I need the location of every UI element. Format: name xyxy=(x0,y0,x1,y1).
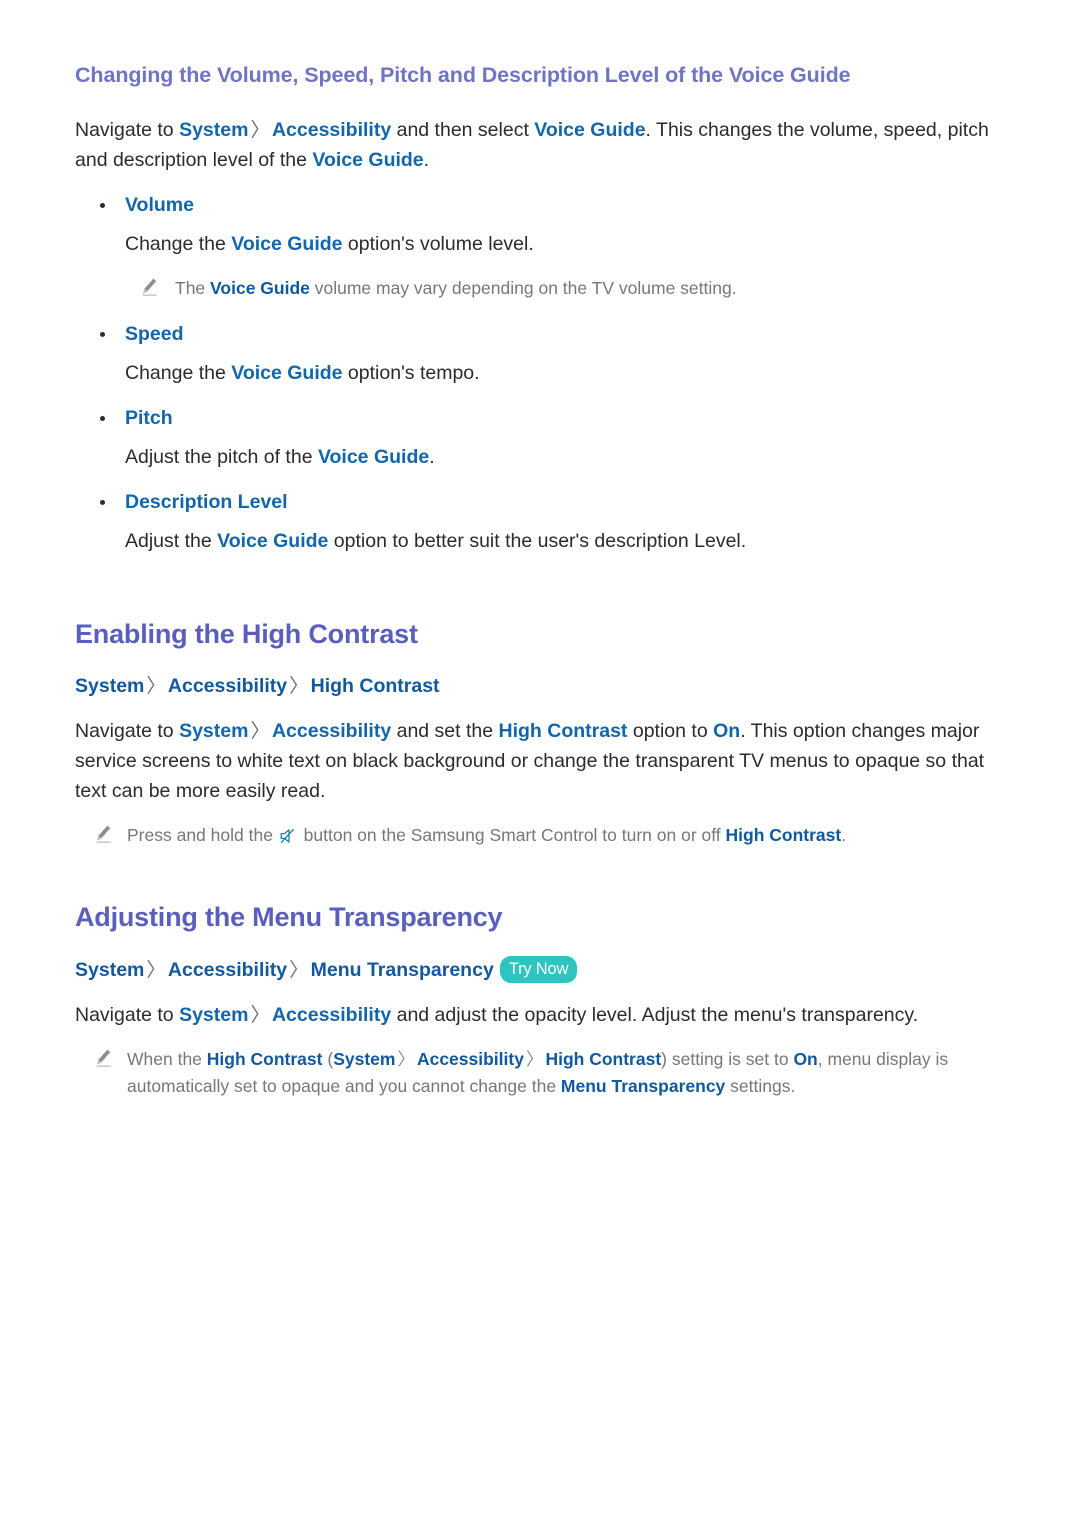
link-voice-guide[interactable]: Voice Guide xyxy=(231,233,342,255)
bullet-label-description-level: Description Level xyxy=(100,488,1008,516)
text-fragment: button on the Samsung Smart Control to t… xyxy=(298,825,726,846)
breadcrumb-item-accessibility[interactable]: Accessibility xyxy=(168,959,287,981)
pencil-icon xyxy=(95,1048,113,1068)
pencil-icon xyxy=(141,277,159,297)
section-heading-high-contrast: Enabling the High Contrast xyxy=(75,618,418,649)
breadcrumb-separator: 〉 xyxy=(250,720,270,743)
breadcrumb-item-high-contrast[interactable]: High Contrast xyxy=(311,675,440,697)
text-fragment: and set the xyxy=(391,720,499,743)
pencil-icon xyxy=(95,824,113,844)
breadcrumb-separator: 〉 xyxy=(289,675,309,698)
link-high-contrast[interactable]: High Contrast xyxy=(726,825,842,845)
section-menu-transparency: Adjusting the Menu Transparency System 〉 A… xyxy=(75,901,1008,1099)
breadcrumb-item-menu-transparency[interactable]: Menu Transparency xyxy=(311,959,494,981)
link-accessibility[interactable]: Accessibility xyxy=(272,1004,391,1026)
text-fragment: option to xyxy=(627,720,714,743)
text-fragment: volume may vary depending on the TV volu… xyxy=(309,277,737,298)
text-fragment: Change the xyxy=(125,232,232,255)
text-fragment: . xyxy=(429,445,435,468)
link-voice-guide[interactable]: Voice Guide xyxy=(231,362,342,384)
text-fragment: Navigate to xyxy=(75,1003,180,1026)
breadcrumb-separator: 〉 xyxy=(146,675,166,698)
text-fragment: When the xyxy=(127,1048,207,1069)
link-system[interactable]: System xyxy=(179,1004,248,1026)
section-heading-voice-guide: Changing the Volume, Speed, Pitch and De… xyxy=(75,63,851,87)
mute-button-icon xyxy=(280,825,297,844)
text-fragment: Navigate to xyxy=(75,720,180,743)
body-paragraph-high-contrast: Navigate to System 〉 Accessibility and set… xyxy=(75,716,1008,806)
note-volume: The Voice Guide volume may vary dependin… xyxy=(123,275,1008,302)
bullet-description-volume: Change the Voice Guide option's volume l… xyxy=(125,229,1008,259)
text-fragment: option to better suit the user's descrip… xyxy=(328,529,747,552)
link-system[interactable]: System xyxy=(179,119,248,141)
text-fragment: Press and hold the xyxy=(127,825,278,846)
text-fragment: Navigate to xyxy=(75,118,180,141)
link-accessibility[interactable]: Accessibility xyxy=(272,119,391,141)
breadcrumb-high-contrast: System 〉 Accessibility 〉 High Contrast xyxy=(75,672,1008,700)
breadcrumb-separator: 〉 xyxy=(250,118,270,141)
list-item: Speed Change the Voice Guide option's te… xyxy=(75,320,1008,388)
link-system[interactable]: System xyxy=(333,1049,395,1069)
bullet-description-description-level: Adjust the Voice Guide option to better … xyxy=(125,526,1008,556)
link-on[interactable]: On xyxy=(713,720,740,742)
list-item: Pitch Adjust the pitch of the Voice Guid… xyxy=(75,404,1008,472)
text-fragment: setting is set to xyxy=(666,1048,794,1069)
text-fragment: The xyxy=(175,277,211,298)
bullet-label-speed: Speed xyxy=(100,320,1008,348)
section-high-contrast: Enabling the High Contrast System 〉 Access… xyxy=(75,618,1008,849)
text-fragment: option's volume level. xyxy=(342,232,534,255)
document-page: Changing the Volume, Speed, Pitch and De… xyxy=(0,0,1080,1527)
bullet-description-pitch: Adjust the pitch of the Voice Guide. xyxy=(125,442,1008,472)
text-fragment: . xyxy=(841,825,847,846)
link-accessibility[interactable]: Accessibility xyxy=(272,720,391,742)
link-menu-transparency[interactable]: Menu Transparency xyxy=(561,1076,725,1096)
link-on[interactable]: On xyxy=(793,1049,817,1069)
link-high-contrast[interactable]: High Contrast xyxy=(207,1049,323,1069)
link-voice-guide[interactable]: Voice Guide xyxy=(210,278,310,298)
link-voice-guide[interactable]: Voice Guide xyxy=(312,149,423,171)
breadcrumb-separator: 〉 xyxy=(397,1048,415,1069)
list-item: Description Level Adjust the Voice Guide… xyxy=(75,488,1008,556)
breadcrumb-separator: 〉 xyxy=(289,958,309,981)
intro-paragraph-voice-guide: Navigate to System 〉 Accessibility and the… xyxy=(75,115,1008,175)
text-fragment: ( xyxy=(322,1048,334,1069)
text-fragment: Adjust the xyxy=(125,529,218,552)
list-item: Volume Change the Voice Guide option's v… xyxy=(75,191,1008,302)
try-now-badge[interactable]: Try Now xyxy=(499,955,578,984)
note-high-contrast: Press and hold the button on the Samsung… xyxy=(75,822,1008,849)
text-fragment: Change the xyxy=(125,361,232,384)
bullet-label-pitch: Pitch xyxy=(100,404,1008,432)
text-fragment: option's tempo. xyxy=(342,361,480,384)
bullet-description-speed: Change the Voice Guide option's tempo. xyxy=(125,358,1008,388)
link-voice-guide[interactable]: Voice Guide xyxy=(534,119,645,141)
text-fragment: and then select xyxy=(391,118,535,141)
breadcrumb-separator: 〉 xyxy=(250,1003,270,1026)
section-voice-guide: Changing the Volume, Speed, Pitch and De… xyxy=(75,62,1008,556)
breadcrumb-menu-transparency: System 〉 Accessibility 〉 Menu Transparency Tr… xyxy=(75,955,1008,984)
voice-guide-option-list: Volume Change the Voice Guide option's v… xyxy=(75,191,1008,556)
text-fragment: . xyxy=(423,148,430,171)
note-menu-transparency: When the High Contrast (System 〉 Accessibi… xyxy=(75,1046,1008,1100)
text-fragment: Adjust the pitch of the xyxy=(125,445,318,468)
breadcrumb-separator: 〉 xyxy=(525,1048,544,1069)
breadcrumb-item-system[interactable]: System xyxy=(75,959,144,981)
text-fragment: and adjust the opacity level. Adjust the… xyxy=(391,1003,919,1026)
text-fragment: settings. xyxy=(725,1075,796,1096)
breadcrumb-item-accessibility[interactable]: Accessibility xyxy=(168,675,287,697)
link-voice-guide[interactable]: Voice Guide xyxy=(217,530,328,552)
link-voice-guide[interactable]: Voice Guide xyxy=(318,446,429,468)
link-high-contrast[interactable]: High Contrast xyxy=(545,1049,661,1069)
section-heading-menu-transparency: Adjusting the Menu Transparency xyxy=(75,902,503,933)
breadcrumb-item-system[interactable]: System xyxy=(75,675,144,697)
breadcrumb-separator: 〉 xyxy=(146,958,166,981)
link-system[interactable]: System xyxy=(179,720,248,742)
bullet-label-volume: Volume xyxy=(100,191,1008,219)
body-paragraph-menu-transparency: Navigate to System 〉 Accessibility and adj… xyxy=(75,1000,1008,1030)
link-high-contrast[interactable]: High Contrast xyxy=(499,720,628,742)
link-accessibility[interactable]: Accessibility xyxy=(417,1049,524,1069)
